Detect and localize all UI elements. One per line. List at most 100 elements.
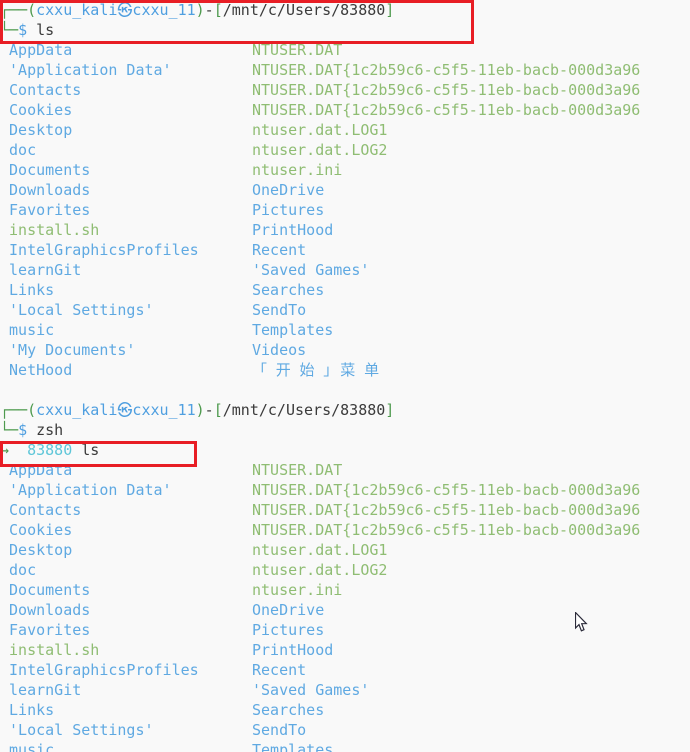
file-entry-right[interactable]: NTUSER.DAT{1c2b59c6-c5f5-11eb-bacb-000d3… (252, 500, 640, 520)
file-entry-right[interactable]: ntuser.dat.LOG2 (252, 560, 387, 580)
file-entry-right[interactable]: ntuser.ini (252, 160, 342, 180)
prompt2-open-paren: ( (27, 401, 37, 419)
command-ls-second: ls (81, 441, 100, 459)
file-entry-left[interactable]: IntelGraphicsProfiles (0, 240, 252, 260)
file-listing-row: install.sh PrintHood (0, 640, 690, 660)
bash-prompt2-line-top: ┌──(cxxu_kali㉿cxxu_11)-[/mnt/c/Users/838… (0, 400, 690, 420)
prompt-dollar-sign: $ (18, 21, 28, 39)
file-entry-right[interactable]: ntuser.dat.LOG1 (252, 120, 387, 140)
file-listing-row: 'Application Data' NTUSER.DAT{1c2b59c6-c5… (0, 60, 690, 80)
file-entry-right[interactable]: ntuser.dat.LOG2 (252, 140, 387, 160)
file-entry-right[interactable]: SendTo (252, 720, 306, 740)
file-entry-left[interactable]: learnGit (0, 680, 252, 700)
file-entry-right[interactable]: NTUSER.DAT (252, 460, 342, 480)
file-entry-left[interactable]: Downloads (0, 600, 252, 620)
file-entry-right[interactable]: NTUSER.DAT (252, 40, 342, 60)
file-entry-left[interactable]: 'Local Settings' (0, 720, 252, 740)
file-listing-row: doc ntuser.dat.LOG2 (0, 560, 690, 580)
file-entry-left[interactable]: 'Application Data' (0, 60, 252, 80)
file-entry-left[interactable]: Links (0, 280, 252, 300)
prompt-path: /mnt/c/Users/83880 (222, 1, 386, 19)
prompt2-dollar-sign: $ (18, 421, 28, 439)
file-entry-left[interactable]: Cookies (0, 100, 252, 120)
zsh-prompt-line: → 83880 ls (0, 440, 690, 460)
prompt-dash: - (204, 1, 214, 19)
file-listing-row: learnGit 'Saved Games' (0, 260, 690, 280)
file-entry-left[interactable]: Documents (0, 160, 252, 180)
file-entry-right[interactable]: Recent (252, 240, 306, 260)
file-listing-row: Contacts NTUSER.DAT{1c2b59c6-c5f5-11eb-ba… (0, 80, 690, 100)
file-entry-right[interactable]: ntuser.ini (252, 580, 342, 600)
file-entry-left[interactable]: install.sh (0, 220, 252, 240)
file-entry-left[interactable]: Links (0, 700, 252, 720)
file-entry-right[interactable]: Searches (252, 700, 324, 720)
file-entry-right[interactable]: NTUSER.DAT{1c2b59c6-c5f5-11eb-bacb-000d3… (252, 60, 640, 80)
file-listing-row: learnGit 'Saved Games' (0, 680, 690, 700)
file-entry-left[interactable]: IntelGraphicsProfiles (0, 660, 252, 680)
terminal-window[interactable]: ┌──(cxxu_kali㉿cxxu_11)-[/mnt/c/Users/838… (0, 0, 690, 752)
file-entry-right[interactable]: PrintHood (252, 640, 333, 660)
file-entry-left[interactable]: Favorites (0, 620, 252, 640)
file-entry-right[interactable]: ntuser.dat.LOG1 (252, 540, 387, 560)
file-entry-right[interactable]: Pictures (252, 200, 324, 220)
file-entry-right[interactable]: NTUSER.DAT{1c2b59c6-c5f5-11eb-bacb-000d3… (252, 480, 640, 500)
file-entry-right[interactable]: 「 开 始 」菜 单 (252, 360, 381, 380)
file-entry-left[interactable]: NetHood (0, 360, 252, 380)
file-entry-right[interactable]: Templates (252, 320, 333, 340)
file-entry-left[interactable]: Downloads (0, 180, 252, 200)
prompt-bracket-open: [ (213, 1, 223, 19)
file-entry-left[interactable]: music (0, 320, 252, 340)
file-listing-row: Favorites Pictures (0, 620, 690, 640)
prompt2-host: cxxu_11 (132, 401, 196, 419)
prompt2-bracket-close: ] (385, 401, 395, 419)
file-entry-left[interactable]: Desktop (0, 120, 252, 140)
file-entry-left[interactable]: AppData (0, 40, 252, 60)
file-listing-row: install.sh PrintHood (0, 220, 690, 240)
file-listing-row: Links Searches (0, 700, 690, 720)
file-listing-row: IntelGraphicsProfiles Recent (0, 240, 690, 260)
file-entry-right[interactable]: 'Saved Games' (252, 260, 369, 280)
file-entry-left[interactable]: 'My Documents' (0, 340, 252, 360)
file-entry-left[interactable]: 'Local Settings' (0, 300, 252, 320)
file-entry-left[interactable]: doc (0, 560, 252, 580)
prompt2-dash: - (204, 401, 214, 419)
file-entry-left[interactable]: install.sh (0, 640, 252, 660)
bash-prompt-line-top: ┌──(cxxu_kali㉿cxxu_11)-[/mnt/c/Users/838… (0, 0, 690, 20)
file-entry-left[interactable]: music (0, 740, 252, 752)
file-entry-right[interactable]: NTUSER.DAT{1c2b59c6-c5f5-11eb-bacb-000d3… (252, 80, 640, 100)
prompt-close-paren: ) (195, 1, 205, 19)
file-entry-right[interactable]: PrintHood (252, 220, 333, 240)
file-entry-left[interactable]: AppData (0, 460, 252, 480)
file-entry-right[interactable]: SendTo (252, 300, 306, 320)
prompt-host: cxxu_11 (132, 1, 196, 19)
file-entry-right[interactable]: Recent (252, 660, 306, 680)
file-entry-right[interactable]: 'Saved Games' (252, 680, 369, 700)
command-zsh: zsh (36, 421, 64, 439)
file-entry-right[interactable]: NTUSER.DAT{1c2b59c6-c5f5-11eb-bacb-000d3… (252, 100, 640, 120)
file-entry-right[interactable]: Searches (252, 280, 324, 300)
file-entry-left[interactable]: Contacts (0, 500, 252, 520)
file-entry-left[interactable]: doc (0, 140, 252, 160)
file-entry-right[interactable]: OneDrive (252, 600, 324, 620)
command-ls-first: ls (36, 21, 55, 39)
prompt-open-paren: ( (27, 1, 37, 19)
file-listing-row: Contacts NTUSER.DAT{1c2b59c6-c5f5-11eb-ba… (0, 500, 690, 520)
file-entry-left[interactable]: Cookies (0, 520, 252, 540)
file-entry-left[interactable]: learnGit (0, 260, 252, 280)
file-entry-right[interactable]: NTUSER.DAT{1c2b59c6-c5f5-11eb-bacb-000d3… (252, 520, 640, 540)
file-entry-left[interactable]: Favorites (0, 200, 252, 220)
kali-dragon-icon: ㉿ (117, 1, 133, 19)
file-entry-right[interactable]: Templates (252, 740, 333, 752)
file-entry-left[interactable]: Desktop (0, 540, 252, 560)
bash-prompt-line-bottom: └─$ ls (0, 20, 690, 40)
file-entry-left[interactable]: Documents (0, 580, 252, 600)
file-listing-row: AppData NTUSER.DAT (0, 460, 690, 480)
file-entry-left[interactable]: 'Application Data' (0, 480, 252, 500)
file-listing-row: Desktop ntuser.dat.LOG1 (0, 540, 690, 560)
file-entry-left[interactable]: Contacts (0, 80, 252, 100)
file-listing-row: Links Searches (0, 280, 690, 300)
file-entry-right[interactable]: OneDrive (252, 180, 324, 200)
file-entry-right[interactable]: Pictures (252, 620, 324, 640)
file-entry-right[interactable]: Videos (252, 340, 306, 360)
